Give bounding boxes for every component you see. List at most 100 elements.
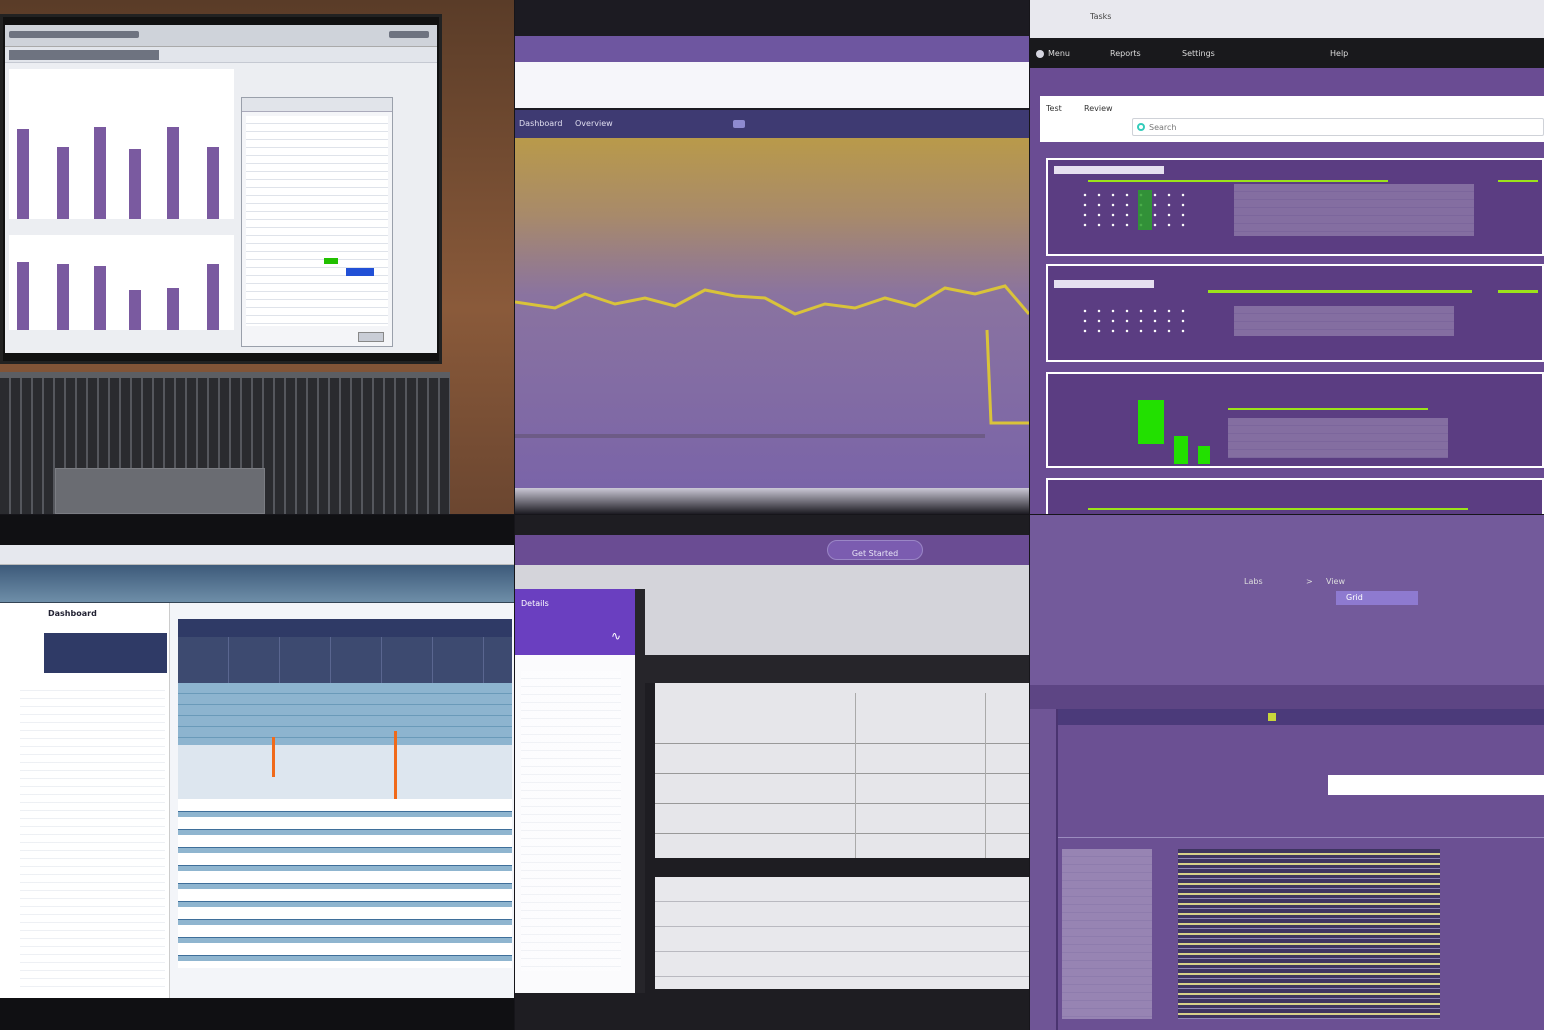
toolbar-swatch [1268,713,1276,721]
nav-item[interactable]: Menu [1048,49,1070,58]
breadcrumb-item[interactable]: Dashboard [519,119,562,128]
search-field[interactable] [1328,775,1544,795]
card-text [1234,184,1474,236]
tab-active-label: Grid [1346,593,1363,602]
chart-bar [17,129,29,219]
laptop-screen [0,14,442,364]
panel-rows [246,116,388,326]
tool-ribbon [0,565,514,603]
data-table [655,683,1029,858]
tile-cards-dashboard: Tasks Menu Reports Settings Help Test Re… [1030,0,1544,514]
chevron-icon[interactable]: ∿ [611,629,621,643]
progress-bar [1088,508,1468,510]
card[interactable] [1046,478,1544,514]
chart-line [515,284,1029,316]
tab-item[interactable]: Review [1084,104,1113,113]
line-chart [515,284,1029,438]
page-body: Test Review Search [1030,68,1544,514]
menu-icon[interactable] [1036,50,1044,58]
green-bar [1138,400,1164,444]
marker-line [272,737,275,777]
filter-bar: Test Review Search [1040,96,1544,142]
tab-active[interactable]: Grid [1336,591,1418,605]
tile-laptop-charts [0,0,514,514]
nav-item[interactable]: Help [1330,49,1348,58]
chart-bar [94,127,106,219]
card[interactable] [1046,372,1544,468]
tile-wave-chart: Dashboard Overview [515,0,1029,514]
badge [733,120,745,128]
chart-bar [57,264,69,330]
card-text [1234,306,1454,336]
panel-header: Details ∿ [515,589,635,655]
ok-button[interactable] [358,332,384,342]
chart-bar [129,290,141,330]
chart-bar [207,264,219,330]
search-input[interactable]: Search [1132,118,1544,136]
properties-panel [241,97,393,347]
list-window [1056,709,1544,1030]
progress-bar [1088,180,1388,182]
chart-bar [167,288,179,330]
chart-bar [94,266,106,330]
chart-area-bottom [9,235,234,330]
tab-item[interactable]: Test [1046,104,1062,113]
sidebar: Dashboard [0,603,170,998]
row-divider [1058,837,1544,838]
title-bar [5,25,437,47]
browser-tabbar: Tasks [1030,0,1544,38]
progress-bar [1228,408,1428,410]
bottom-table [655,877,1029,989]
header-bar: Get Started [515,535,1029,565]
toolbar: Menu Reports Settings Help [1030,40,1544,68]
sidebar-dark-block [44,633,167,673]
green-bar [1174,436,1188,464]
tile-list-view: Labs > View Grid [1030,515,1544,1030]
card-text [1228,418,1448,458]
chart-bar [167,127,179,219]
bottom-bezel [515,488,1029,514]
panel-text [521,671,621,971]
card[interactable] [1046,158,1544,256]
menu-bar [0,545,514,565]
app-window: Dashboard [0,545,514,998]
nav-list [1062,849,1152,1019]
address-bar[interactable] [515,62,1029,108]
chart-background [515,138,1029,488]
breadcrumb-item[interactable]: View [1326,577,1345,586]
window-toolbar [1058,709,1544,725]
mini-bars [1138,190,1152,230]
chart-bar [57,147,69,219]
get-started-label: Get Started [851,549,899,558]
tab-active[interactable] [9,50,159,60]
marker-line [394,731,397,801]
get-started-button[interactable]: Get Started [827,540,923,560]
breadcrumb-item[interactable]: Labs [1244,577,1263,586]
search-hint: Search [1149,123,1177,132]
color-swatch [346,268,374,276]
chart-bar [17,262,29,330]
nav-bar: Dashboard Overview [515,110,1029,138]
panel-title: Details [521,599,549,608]
side-panel: Details ∿ [515,589,645,993]
card[interactable] [1046,264,1544,362]
search-icon [1137,123,1145,131]
nav-item[interactable]: Reports [1110,49,1141,58]
log-output [1178,849,1440,1019]
tile-table-app: Dashboard [0,515,514,1030]
progress-bar [1208,290,1472,293]
sidebar-list [20,683,165,988]
chart-bar [207,147,219,219]
window-top [515,36,1029,62]
screenshot-grid: Dashboard Overview Tasks Menu Reports Se… [0,0,1544,1030]
breadcrumb-sep: > [1306,577,1313,586]
progress-bar [1498,290,1538,293]
progress-bar [1498,180,1538,182]
chart-area-top [9,69,234,219]
table-body-dark [178,637,512,683]
trackpad[interactable] [55,468,265,514]
menu-bar [5,47,437,63]
nav-item[interactable]: Settings [1182,49,1215,58]
panel-header [242,98,392,112]
breadcrumb-item[interactable]: Overview [575,119,613,128]
